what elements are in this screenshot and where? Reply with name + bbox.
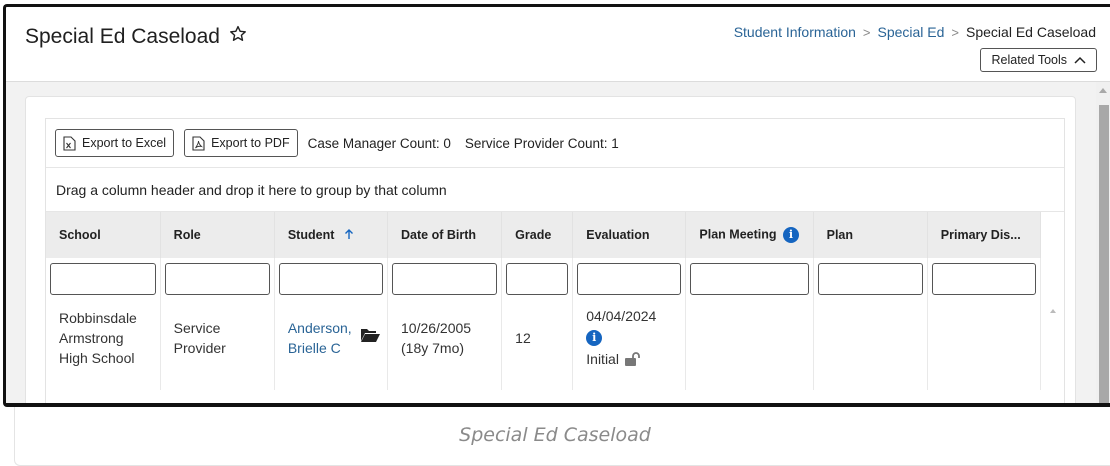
info-icon[interactable]: i: [586, 330, 603, 347]
evaluation-date: 04/04/2024: [586, 308, 657, 324]
folder-open-icon[interactable]: [360, 326, 381, 343]
filter-input-student[interactable]: [278, 263, 383, 295]
export-excel-label: Export to Excel: [82, 136, 167, 150]
grid-toolbar: Export to Excel Export to PDF Case Manag…: [46, 119, 1064, 168]
cell-role: Service Provider: [160, 300, 275, 390]
scroll-up-arrow-icon[interactable]: [1099, 88, 1107, 93]
page-title: Special Ed Caseload: [25, 23, 248, 50]
caseload-table: School Role Student Date of Birth Grade …: [46, 212, 1042, 390]
breadcrumb-current: Special Ed Caseload: [966, 24, 1096, 40]
filter-input-date-of-birth[interactable]: [392, 263, 498, 295]
chevron-right-icon: >: [862, 24, 871, 40]
export-excel-button[interactable]: Export to Excel: [55, 129, 175, 157]
filter-input-primary-disability[interactable]: [931, 263, 1036, 295]
filter-input-role[interactable]: [164, 263, 270, 295]
filter-input-plan[interactable]: [817, 263, 923, 295]
student-name-link[interactable]: Anderson, Brielle C: [288, 318, 358, 358]
export-pdf-button[interactable]: Export to PDF: [184, 129, 298, 157]
cell-plan: [813, 300, 928, 390]
cell-evaluation: 04/04/2024 i Initial: [572, 300, 687, 390]
related-tools-button[interactable]: Related Tools: [980, 48, 1097, 72]
filter-input-grade[interactable]: [506, 263, 569, 295]
info-icon[interactable]: i: [783, 227, 799, 243]
filter-input-evaluation[interactable]: [577, 263, 682, 295]
column-header-grade[interactable]: Grade: [501, 212, 574, 258]
excel-file-icon: [63, 135, 76, 151]
evaluation-type: Initial: [586, 351, 619, 367]
grid-scroll-up-arrow[interactable]: [1050, 309, 1056, 313]
content-area: Export to Excel Export to PDF Case Manag…: [6, 82, 1096, 403]
column-header-primary-disability[interactable]: Primary Dis...: [927, 212, 1042, 258]
dob-value: 10/26/2005: [401, 320, 472, 336]
app-window: Special Ed Caseload Student Information …: [3, 4, 1110, 407]
filter-input-school[interactable]: [50, 263, 156, 295]
cell-grade: 12: [501, 300, 574, 390]
pdf-file-icon: [192, 135, 205, 151]
sort-ascending-icon: [344, 229, 353, 239]
breadcrumb: Student Information > Special Ed > Speci…: [734, 24, 1096, 40]
cell-student: Anderson, Brielle C: [274, 300, 389, 390]
breadcrumb-student-information[interactable]: Student Information: [734, 24, 856, 40]
related-tools-label: Related Tools: [991, 53, 1067, 67]
scrollbar-thumb[interactable]: [1099, 105, 1109, 403]
column-header-role[interactable]: Role: [160, 212, 275, 258]
column-header-student[interactable]: Student: [274, 212, 389, 258]
chevron-up-icon: [1074, 56, 1086, 64]
column-header-evaluation[interactable]: Evaluation: [572, 212, 687, 258]
column-header-school[interactable]: School: [46, 212, 161, 258]
page-title-text: Special Ed Caseload: [25, 24, 220, 48]
favorite-star-icon[interactable]: [228, 24, 248, 50]
cell-school: Robbinsdale Armstrong High School: [46, 300, 161, 390]
dob-age: (18y 7mo): [401, 340, 465, 356]
image-caption: Special Ed Caseload: [459, 424, 651, 446]
table-row[interactable]: Robbinsdale Armstrong High School Servic…: [46, 300, 1042, 390]
group-by-drop-zone[interactable]: Drag a column header and drop it here to…: [46, 168, 1064, 212]
chevron-right-icon: >: [951, 24, 960, 40]
column-header-plan[interactable]: Plan: [813, 212, 928, 258]
caseload-card: Export to Excel Export to PDF Case Manag…: [25, 96, 1076, 403]
export-pdf-label: Export to PDF: [211, 136, 290, 150]
service-provider-count: Service Provider Count: 1: [464, 135, 619, 151]
case-manager-count: Case Manager Count: 0: [307, 135, 451, 151]
breadcrumb-special-ed[interactable]: Special Ed: [877, 24, 944, 40]
page-scrollbar[interactable]: [1096, 82, 1110, 403]
unlock-icon: [624, 351, 640, 366]
cell-date-of-birth: 10/26/2005 (18y 7mo): [387, 300, 503, 390]
column-header-date-of-birth[interactable]: Date of Birth: [387, 212, 503, 258]
caseload-grid: Export to Excel Export to PDF Case Manag…: [45, 118, 1065, 403]
filter-input-plan-meeting[interactable]: [690, 263, 809, 295]
cell-plan-meeting: [685, 300, 814, 390]
filter-row: [46, 258, 1042, 300]
cell-primary-disability: [927, 300, 1042, 390]
header-row: School Role Student Date of Birth Grade …: [46, 212, 1042, 258]
column-header-plan-meeting[interactable]: Plan Meeting i: [685, 212, 814, 258]
page-header: Special Ed Caseload Student Information …: [6, 7, 1110, 82]
